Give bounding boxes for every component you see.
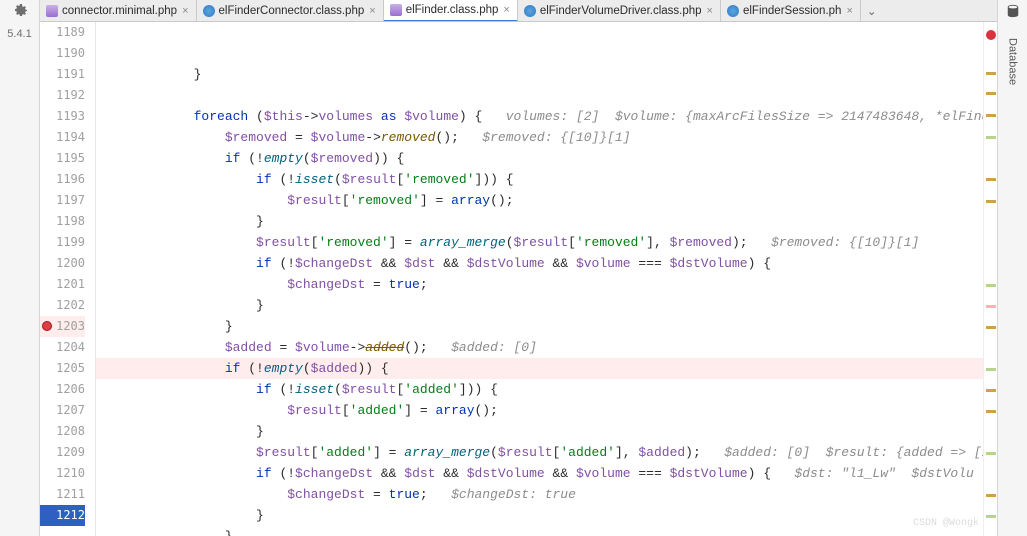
code-line[interactable]: foreach ($this->volumes as $volume) { vo… [96, 106, 983, 127]
code-line[interactable]: } [96, 526, 983, 536]
line-number[interactable]: 1209 [40, 442, 85, 463]
tab-elfindervolumedriver-class-php[interactable]: elFinderVolumeDriver.class.php × [518, 0, 721, 21]
tab-label: elFinderSession.ph [743, 5, 841, 17]
tab-connector-minimal-php[interactable]: connector.minimal.php × [40, 0, 197, 21]
watermark: CSDN @Wongk [913, 513, 979, 534]
stripe-mark[interactable] [986, 114, 996, 117]
line-number[interactable]: 1208 [40, 421, 85, 442]
php-version-label: 5.4.1 [7, 28, 31, 40]
close-icon[interactable]: × [502, 4, 510, 16]
stripe-mark[interactable] [986, 494, 996, 497]
line-number[interactable]: 1193 [40, 106, 85, 127]
stripe-mark[interactable] [986, 515, 996, 518]
code-line[interactable]: } [96, 421, 983, 442]
line-number[interactable]: 1200 [40, 253, 85, 274]
error-indicator-icon[interactable] [986, 30, 996, 40]
tab-label: elFinderConnector.class.php [219, 5, 365, 17]
stripe-mark[interactable] [986, 72, 996, 75]
breakpoint-icon[interactable] [42, 321, 52, 331]
code-line[interactable]: if (!isset($result['added'])) { [96, 379, 983, 400]
code-line[interactable]: $result['added'] = array(); [96, 400, 983, 421]
code-line[interactable]: if (!empty($added)) { [96, 358, 983, 379]
gear-icon[interactable] [12, 2, 28, 18]
tab-elfindersession-ph[interactable]: elFinderSession.ph × [721, 0, 861, 21]
tab-label: connector.minimal.php [62, 5, 177, 17]
code-line[interactable] [96, 85, 983, 106]
left-tool-strip: 5.4.1 [0, 0, 40, 536]
line-number[interactable]: 1202 [40, 295, 85, 316]
code-line[interactable]: } [96, 505, 983, 526]
line-number[interactable]: 1207 [40, 400, 85, 421]
code-line[interactable]: $result['removed'] = array_merge($result… [96, 232, 983, 253]
editor-tabs: connector.minimal.php×elFinderConnector.… [40, 0, 997, 22]
line-number[interactable]: 1204 [40, 337, 85, 358]
line-number[interactable]: 1210 [40, 463, 85, 484]
code-line[interactable]: $removed = $volume->removed(); $removed:… [96, 127, 983, 148]
code-line[interactable]: $result['removed'] = array(); [96, 190, 983, 211]
stripe-mark[interactable] [986, 368, 996, 371]
code-line[interactable]: $changeDst = true; $changeDst: true [96, 484, 983, 505]
line-number[interactable]: 1205 [40, 358, 85, 379]
database-icon[interactable] [1006, 4, 1020, 18]
close-icon[interactable]: × [845, 5, 853, 17]
code-line[interactable]: if (!$changeDst && $dst && $dstVolume &&… [96, 463, 983, 484]
tab-label: elFinder.class.php [406, 4, 499, 16]
stripe-mark[interactable] [986, 389, 996, 392]
code-line[interactable]: } [96, 64, 983, 85]
class-file-icon [203, 5, 215, 17]
chevron-down-icon[interactable]: ⌄ [861, 0, 883, 21]
stripe-mark[interactable] [986, 136, 996, 139]
stripe-mark[interactable] [986, 178, 996, 181]
php-file-icon [390, 4, 402, 16]
code-line[interactable]: } [96, 211, 983, 232]
tab-elfinder-class-php[interactable]: elFinder.class.php× [384, 0, 518, 22]
line-number[interactable]: 1194 [40, 127, 85, 148]
close-icon[interactable]: × [181, 5, 189, 17]
tab-elfinderconnector-class-php[interactable]: elFinderConnector.class.php× [197, 0, 384, 21]
stripe-mark[interactable] [986, 284, 996, 287]
line-number[interactable]: 1211 [40, 484, 85, 505]
line-number[interactable]: 1191 [40, 64, 85, 85]
class-file-icon [727, 5, 739, 17]
line-number[interactable]: 1195 [40, 148, 85, 169]
line-number[interactable]: 1206 [40, 379, 85, 400]
close-icon[interactable]: × [706, 5, 714, 17]
stripe-mark[interactable] [986, 92, 996, 95]
code-viewport[interactable]: } foreach ($this->volumes as $volume) { … [96, 22, 983, 536]
line-number[interactable]: 1198 [40, 211, 85, 232]
code-line[interactable]: } [96, 295, 983, 316]
code-line[interactable]: if (!isset($result['removed'])) { [96, 169, 983, 190]
line-number[interactable]: 1192 [40, 85, 85, 106]
line-number[interactable]: 1212 [40, 505, 85, 526]
php-file-icon [46, 5, 58, 17]
class-file-icon [524, 5, 536, 17]
tab-label: elFinderVolumeDriver.class.php [540, 5, 702, 17]
right-tool-strip: Database [997, 0, 1027, 536]
code-line[interactable]: } [96, 316, 983, 337]
line-number[interactable]: 1201 [40, 274, 85, 295]
stripe-mark[interactable] [986, 410, 996, 413]
stripe-mark[interactable] [986, 452, 996, 455]
line-number[interactable]: 1199 [40, 232, 85, 253]
database-tool-label[interactable]: Database [1007, 38, 1019, 85]
marker-stripe[interactable] [983, 22, 997, 536]
code-line[interactable]: $result['added'] = array_merge($result['… [96, 442, 983, 463]
code-line[interactable]: if (!empty($removed)) { [96, 148, 983, 169]
stripe-mark[interactable] [986, 326, 996, 329]
stripe-mark[interactable] [986, 305, 996, 308]
editor-area: 1189119011911192119311941195119611971198… [40, 22, 997, 536]
code-line[interactable]: $added = $volume->added(); $added: [0] [96, 337, 983, 358]
code-line[interactable]: if (!$changeDst && $dst && $dstVolume &&… [96, 253, 983, 274]
line-number[interactable]: 1196 [40, 169, 85, 190]
line-gutter[interactable]: 1189119011911192119311941195119611971198… [40, 22, 96, 536]
code-line[interactable]: $changeDst = true; [96, 274, 983, 295]
line-number[interactable]: 1197 [40, 190, 85, 211]
stripe-mark[interactable] [986, 200, 996, 203]
line-number[interactable]: 1190 [40, 43, 85, 64]
close-icon[interactable]: × [368, 5, 376, 17]
line-number[interactable]: 1189 [40, 22, 85, 43]
